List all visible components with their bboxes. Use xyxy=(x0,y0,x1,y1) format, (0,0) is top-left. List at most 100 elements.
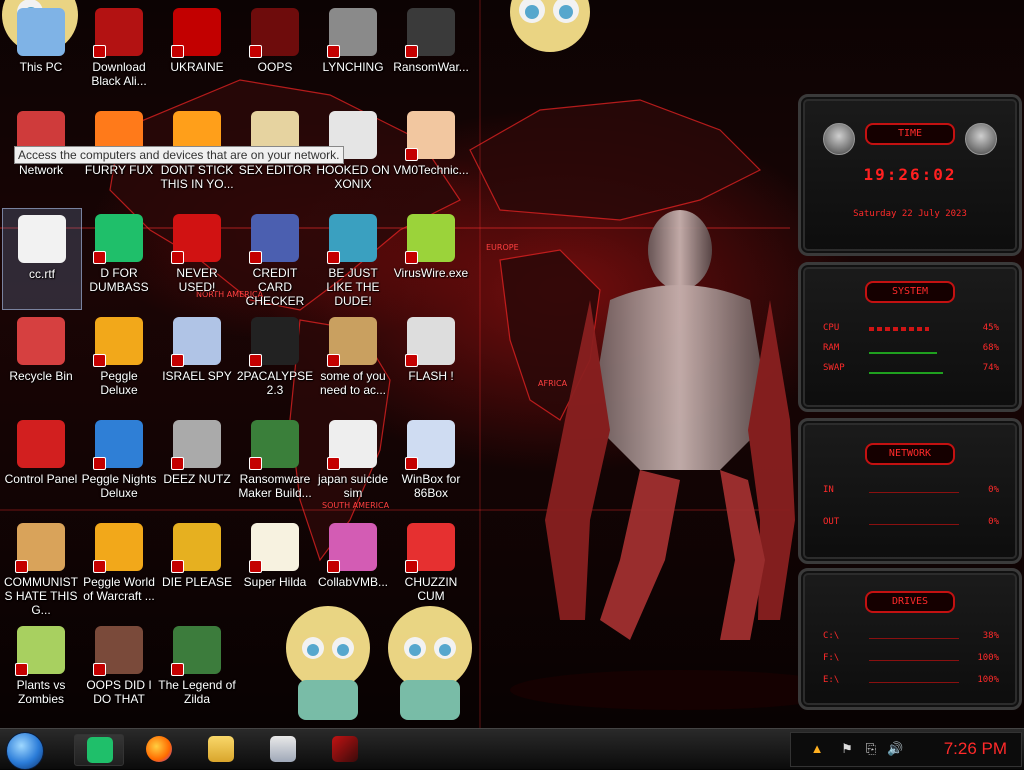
be-just-like-the-dude-icon xyxy=(327,214,377,264)
desktop-icon-ransomwar[interactable]: RansomWar... xyxy=(392,2,470,102)
drive-row-value: 100% xyxy=(977,675,999,685)
desktop-icon-never-used[interactable]: NEVER USED! xyxy=(158,208,236,308)
desktop-icon-label: This PC xyxy=(19,60,63,74)
desktop-icon-some-of-you-need-to-ac[interactable]: some of you need to ac... xyxy=(314,311,392,411)
system-row-ram: RAM 68% xyxy=(823,343,999,357)
system-row-label: RAM xyxy=(823,343,840,353)
time-widget-title: TIME xyxy=(865,123,955,145)
map-label-africa: AFRICA xyxy=(538,379,568,388)
desktop-icon-label: FURRY FUX xyxy=(84,163,154,177)
desktop-icon-2pacalypse-2-3[interactable]: 2PACALYPSE 2.3 xyxy=(236,311,314,411)
shortcut-arrow-icon xyxy=(327,45,340,58)
deez-nutz-icon xyxy=(171,420,221,470)
desktop-icon-vm0technic[interactable]: VM0Technic... xyxy=(392,105,470,205)
network-widget-title: NETWORK xyxy=(865,443,955,465)
shortcut-arrow-icon xyxy=(171,560,184,573)
desktop-icon-label: CollabVMB... xyxy=(317,575,389,589)
desktop-icon-lynching[interactable]: LYNCHING xyxy=(314,2,392,102)
desktop-icon-download-black-ali[interactable]: Download Black Ali... xyxy=(80,2,158,102)
system-row-swap: SWAP 74% xyxy=(823,363,999,377)
desktop-icon-communists-hate-this-g[interactable]: COMMUNISTS HATE THIS G... xyxy=(2,517,80,617)
d-for-dumbass-icon xyxy=(87,737,113,763)
shortcut-arrow-icon xyxy=(405,251,418,264)
collabvmb-icon xyxy=(327,523,377,573)
system-row-value: 68% xyxy=(982,343,999,353)
desktop-icon-label: OOPS DID I DO THAT xyxy=(86,678,152,706)
volume-icon[interactable]: 🔊 xyxy=(887,741,903,757)
desktop-icon-winbox-for-86box[interactable]: WinBox for 86Box xyxy=(392,414,470,514)
time-widget-clock: 19:26:02 xyxy=(863,165,957,184)
system-row-label: CPU xyxy=(823,323,840,333)
desktop-icon-chuzzin-cum[interactable]: CHUZZIN CUM xyxy=(392,517,470,617)
d-for-dumbass-icon xyxy=(93,214,143,264)
desktop-icon-control-panel[interactable]: Control Panel xyxy=(2,414,80,514)
vm0technic-icon xyxy=(405,111,455,161)
start-button[interactable] xyxy=(6,732,44,770)
desktop-icon-label: VirusWire.exe xyxy=(393,266,469,280)
desktop-icon-the-legend-of-zilda[interactable]: The Legend of Zilda xyxy=(158,620,236,720)
desktop-icon-ukraine[interactable]: UKRAINE xyxy=(158,2,236,102)
action-center-flag-icon[interactable]: ⚑ xyxy=(839,741,855,757)
shortcut-arrow-icon xyxy=(327,251,340,264)
shortcut-arrow-icon xyxy=(171,251,184,264)
drive-row-c: C:\ 38% xyxy=(823,631,999,645)
desktop-icon-recycle-bin[interactable]: Recycle Bin xyxy=(2,311,80,411)
winbox-for-86box-icon xyxy=(405,420,455,470)
drives-widget: DRIVES C:\ 38% F:\ 100% E:\ 100% xyxy=(798,568,1022,710)
desktop-icon-peggle-world-of-warcraft[interactable]: Peggle World of Warcraft ... xyxy=(80,517,158,617)
desktop-icon-cc-rtf[interactable]: cc.rtf xyxy=(2,208,82,310)
desktop-icon-label: Ransomware Maker Build... xyxy=(238,472,312,500)
desktop-icon-super-hilda[interactable]: Super Hilda xyxy=(236,517,314,617)
desktop-icon-oops-did-i-do-that[interactable]: OOPS DID I DO THAT xyxy=(80,620,158,720)
desktop-icon-viruswire-exe[interactable]: VirusWire.exe xyxy=(392,208,470,308)
shortcut-arrow-icon xyxy=(93,45,106,58)
desktop-icon-credit-card-checker[interactable]: CREDIT CARD CHECKER xyxy=(236,208,314,308)
desktop-icon-d-for-dumbass[interactable]: D FOR DUMBASS xyxy=(80,208,158,308)
shortcut-arrow-icon xyxy=(249,354,262,367)
desktop-icon-this-pc[interactable]: This PC xyxy=(2,2,80,102)
cpu-graph xyxy=(869,327,929,331)
desktop-icon-japan-suicide-sim[interactable]: japan suicide sim xyxy=(314,414,392,514)
tray-app-icon[interactable]: ▲ xyxy=(809,741,825,757)
taskbar-pinned-winbox[interactable] xyxy=(258,734,306,764)
cartoon-character-top-center xyxy=(510,0,590,52)
shortcut-arrow-icon xyxy=(249,560,262,573)
desktop-icon-label: Peggle Deluxe xyxy=(100,369,138,397)
desktop-icon-die-please[interactable]: DIE PLEASE xyxy=(158,517,236,617)
desktop-icon-label: SEX EDITOR xyxy=(238,163,312,177)
desktop[interactable]: NORTH AMERICA SOUTH AMERICA EUROPE AFRIC… xyxy=(0,0,1024,728)
desktop-icon-label: DIE PLEASE xyxy=(161,575,233,589)
ransomware-maker-build-icon xyxy=(249,420,299,470)
desktop-icon-label: Recycle Bin xyxy=(9,369,73,383)
desktop-icon-collabvmb[interactable]: CollabVMB... xyxy=(314,517,392,617)
desktop-icon-label: DONT STICK THIS IN YO... xyxy=(160,163,234,191)
desktop-icon-plants-vs-zombies[interactable]: Plants vs Zombies xyxy=(2,620,80,720)
taskbar-pinned-firefox[interactable] xyxy=(134,734,182,764)
never-used-icon xyxy=(171,214,221,264)
system-widget: SYSTEM CPU 45% RAM 68% SWAP 74% xyxy=(798,262,1022,412)
taskbar-pinned-control-panel[interactable] xyxy=(320,734,368,764)
desktop-icon-oops[interactable]: OOPS xyxy=(236,2,314,102)
shortcut-arrow-icon xyxy=(249,251,262,264)
shortcut-arrow-icon xyxy=(171,45,184,58)
desktop-icon-peggle-deluxe[interactable]: Peggle Deluxe xyxy=(80,311,158,411)
taskbar-pinned-d-for-dumbass[interactable] xyxy=(74,734,124,766)
taskbar-pinned-file-explorer[interactable] xyxy=(196,734,244,764)
chuzzin-cum-icon xyxy=(405,523,455,573)
desktop-icon-deez-nutz[interactable]: DEEZ NUTZ xyxy=(158,414,236,514)
desktop-icon-be-just-like-the-dude[interactable]: BE JUST LIKE THE DUDE! xyxy=(314,208,392,308)
network-icon[interactable]: ⎘ xyxy=(863,741,879,757)
desktop-icon-ransomware-maker-build[interactable]: Ransomware Maker Build... xyxy=(236,414,314,514)
swap-bar xyxy=(869,372,943,374)
taskbar-clock[interactable]: 7:26 PM xyxy=(944,739,1007,759)
desktop-icon-peggle-nights-deluxe[interactable]: Peggle Nights Deluxe xyxy=(80,414,158,514)
some-of-you-need-to-ac-icon xyxy=(327,317,377,367)
shortcut-arrow-icon xyxy=(405,354,418,367)
map-label-europe: EUROPE xyxy=(486,243,519,252)
drives-widget-title: DRIVES xyxy=(865,591,955,613)
desktop-icon-flash[interactable]: FLASH ! xyxy=(392,311,470,411)
shortcut-arrow-icon xyxy=(15,663,28,676)
desktop-icon-israel-spy[interactable]: ISRAEL SPY xyxy=(158,311,236,411)
shortcut-arrow-icon xyxy=(405,45,418,58)
desktop-icon-label: Super Hilda xyxy=(243,575,307,589)
